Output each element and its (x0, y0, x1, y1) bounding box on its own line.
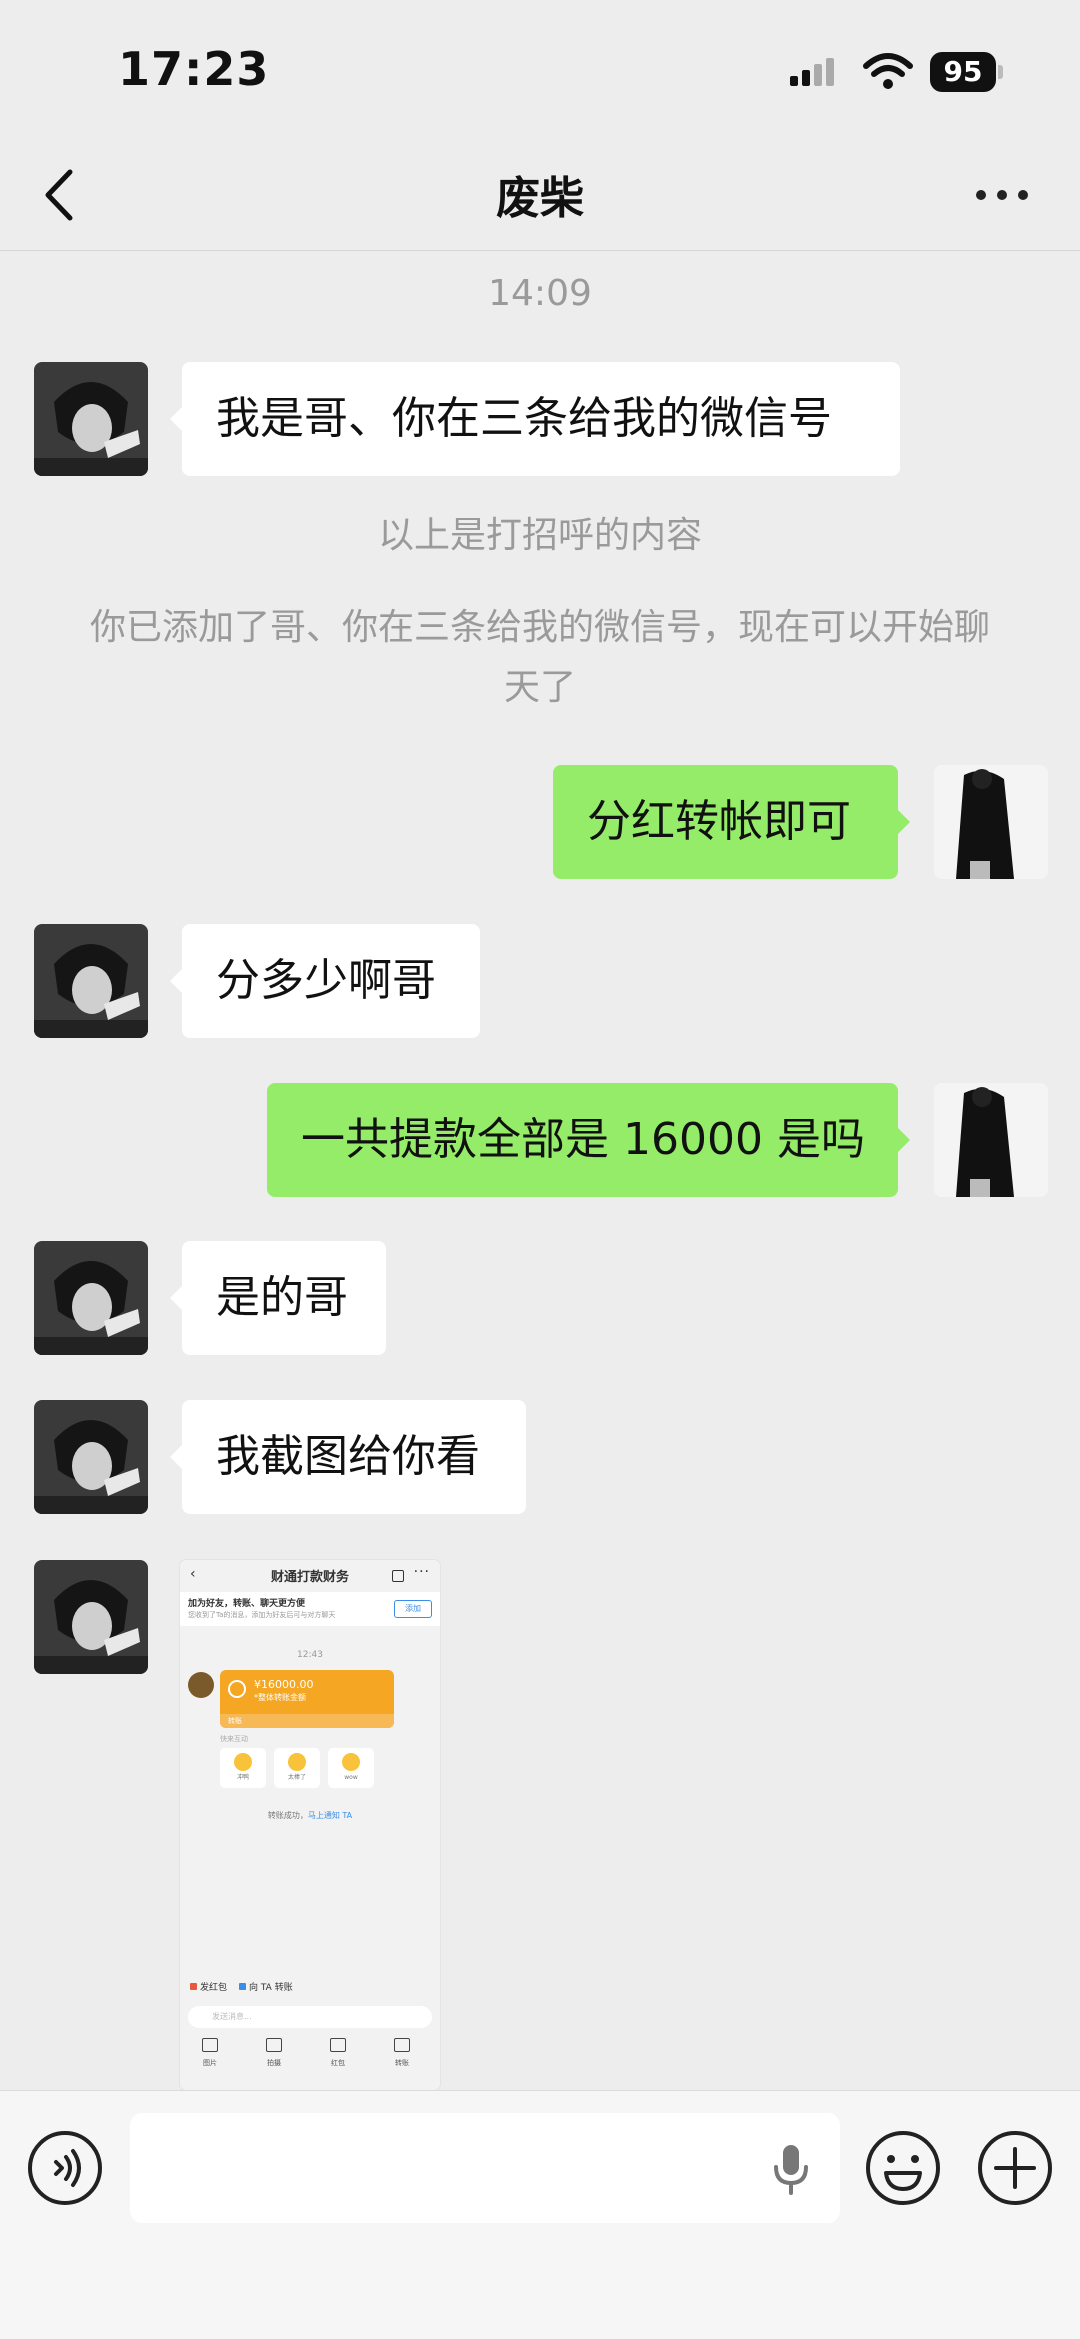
emoji-sticker: 冲鸭 (220, 1748, 266, 1788)
input-bar (0, 2090, 1080, 2339)
notify-link: 马上通知 TA (307, 1811, 353, 1820)
emoji-face-icon (342, 1753, 360, 1771)
my-avatar[interactable] (934, 765, 1048, 879)
emoji-caption: 快来互动 (220, 1735, 248, 1743)
transfer-card: ¥16000.00 *整体转账金额 转账 (220, 1670, 394, 1728)
image-time: 12:43 (297, 1650, 323, 1660)
image-avatar (188, 1672, 214, 1698)
chat-title: 废柴 (496, 173, 584, 224)
message-bubble[interactable]: 分多少啊哥 (170, 924, 480, 1038)
emoji-label: 冲鸭 (236, 1774, 249, 1781)
wifi-icon (863, 53, 913, 89)
transfer-success-text: 转账成功， (267, 1811, 308, 1820)
status-time: 17:23 (118, 42, 270, 96)
system-note: 你已添加了哥、你在三条给我的微信号，现在可以开始聊天了 (89, 607, 990, 708)
image-banner: 加为好友，转账、聊天更方便 您收到了Ta的消息，添加为好友后可与对方聊天 添加 (180, 1592, 440, 1626)
emoji-icon[interactable] (864, 2129, 942, 2207)
transfer-success: 转账成功，马上通知 TA (180, 1810, 440, 1821)
emoji-sticker: wow (328, 1748, 374, 1788)
image-toolbar-item: 转账 (382, 2038, 422, 2068)
red-packet-icon (330, 2038, 346, 2052)
plus-circle-icon[interactable] (976, 2129, 1054, 2207)
camera-icon (266, 2038, 282, 2052)
status-bar: 17:23 95 (0, 0, 1080, 140)
image-toolbar-item: 红包 (318, 2038, 358, 2068)
more-dots-icon[interactable] (972, 176, 1032, 212)
quick-transfer: 向 TA 转账 (249, 1983, 293, 1993)
transfer-amount: ¥16000.00 (254, 1678, 314, 1691)
profile-icon (392, 1570, 404, 1582)
message-bubble[interactable]: 我截图给你看 (170, 1400, 526, 1514)
transfer-footer: 转账 (220, 1714, 394, 1728)
image-icon (202, 2038, 218, 2052)
quick-actions: 发红包 向 TA 转账 (190, 1980, 293, 1993)
my-avatar[interactable] (934, 1083, 1048, 1197)
chat-timestamp: 14:09 (488, 273, 592, 314)
message-bubble[interactable]: 是的哥 (170, 1241, 386, 1355)
emoji-label: wow (344, 1774, 358, 1781)
battery-icon: 95 (930, 52, 1004, 92)
image-message[interactable]: ‹ 财通打款财务 ··· 加为好友，转账、聊天更方便 您收到了Ta的消息，添加为… (180, 1560, 440, 2090)
emoji-label: 太棒了 (287, 1774, 306, 1781)
coin-icon (228, 1680, 246, 1698)
emoji-face-icon (288, 1753, 306, 1771)
quick-red-packet: 发红包 (200, 1983, 228, 1993)
toolbar-label: 图片 (203, 2059, 217, 2067)
transfer-note: *整体转账金额 (254, 1693, 306, 1702)
transfer-icon (239, 1983, 247, 1990)
message-input[interactable] (130, 2113, 840, 2223)
image-banner-text: 加为好友，转账、聊天更方便 (188, 1599, 306, 1609)
toolbar-label: 转账 (395, 2059, 409, 2067)
microphone-icon[interactable] (768, 2141, 814, 2197)
cellular-signal-icon (790, 58, 834, 86)
contact-avatar[interactable] (34, 924, 148, 1038)
toolbar-label: 拍摄 (267, 2059, 281, 2067)
contact-avatar[interactable] (34, 1400, 148, 1514)
red-packet-icon (190, 1983, 197, 1990)
image-banner-subtext: 您收到了Ta的消息，添加为好友后可与对方聊天 (188, 1611, 336, 1619)
message-bubble-sent[interactable]: 分红转帐即可 (553, 765, 910, 879)
emoji-face-icon (234, 1753, 252, 1771)
emoji-sticker: 太棒了 (274, 1748, 320, 1788)
system-note: 以上是打招呼的内容 (377, 515, 702, 556)
contact-avatar[interactable] (34, 1241, 148, 1355)
transfer-icon (394, 2038, 410, 2052)
image-banner-button: 添加 (394, 1600, 432, 1618)
message-bubble[interactable]: 我是哥、你在三条给我的微信号 (170, 362, 900, 476)
battery-level: 95 (930, 52, 996, 92)
chat-header: 废柴 (0, 140, 1080, 251)
image-toolbar-item: 图片 (190, 2038, 230, 2068)
contact-avatar[interactable] (34, 362, 148, 476)
voice-input-icon[interactable] (26, 2129, 104, 2207)
contact-avatar[interactable] (34, 1560, 148, 1674)
message-bubble-sent[interactable]: 一共提款全部是 16000 是吗 (267, 1083, 910, 1197)
more-dots-icon: ··· (413, 1564, 430, 1580)
image-toolbar-item: 拍摄 (254, 2038, 294, 2068)
toolbar-label: 红包 (331, 2059, 345, 2067)
image-input: 发送消息... (188, 2006, 432, 2028)
